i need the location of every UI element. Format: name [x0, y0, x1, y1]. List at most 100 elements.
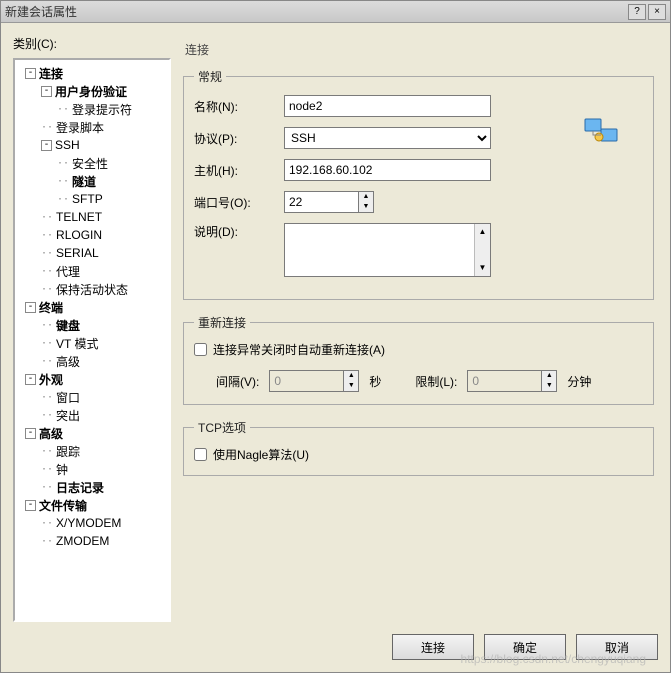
expander-icon[interactable]: - — [25, 500, 36, 511]
tree-connector-icon: ·· — [41, 482, 53, 493]
tree-item[interactable]: ··RLOGIN — [17, 226, 167, 244]
interval-unit: 秒 — [369, 373, 381, 390]
tree-connector-icon: ·· — [41, 230, 53, 241]
tree-connector-icon: ·· — [41, 122, 53, 133]
nagle-checkbox[interactable] — [194, 448, 207, 461]
tree-item-label: 登录提示符 — [72, 101, 132, 118]
tree-item-label: 用户身份验证 — [55, 83, 127, 100]
ok-button[interactable]: 确定 — [484, 634, 566, 660]
tree-item[interactable]: -高级 — [17, 424, 167, 442]
tree-item[interactable]: -SSH — [17, 136, 167, 154]
legend-reconnect: 重新连接 — [194, 314, 250, 331]
expander-icon[interactable]: - — [25, 68, 36, 79]
tree-connector-icon: ·· — [57, 194, 69, 205]
name-label: 名称(N): — [194, 98, 284, 115]
port-spinner[interactable]: ▲▼ — [284, 191, 374, 213]
tree-item[interactable]: ··日志记录 — [17, 478, 167, 496]
tree-item-label: 高级 — [56, 353, 80, 370]
interval-spinner: ▲▼ — [269, 370, 359, 392]
tree-item[interactable]: ··安全性 — [17, 154, 167, 172]
host-input[interactable] — [284, 159, 491, 181]
tree-connector-icon: ·· — [41, 518, 53, 529]
legend-general: 常规 — [194, 68, 226, 85]
tree-connector-icon: ·· — [41, 392, 53, 403]
desc-label: 说明(D): — [194, 223, 284, 240]
tree-item[interactable]: ··VT 模式 — [17, 334, 167, 352]
expander-icon[interactable]: - — [25, 302, 36, 313]
nagle-label: 使用Nagle算法(U) — [213, 446, 309, 463]
tree-connector-icon: ·· — [57, 176, 69, 187]
expander-icon[interactable]: - — [41, 140, 52, 151]
tree-item-label: VT 模式 — [56, 335, 98, 352]
protocol-label: 协议(P): — [194, 130, 284, 147]
limit-unit: 分钟 — [567, 373, 591, 390]
spinner-arrows-icon: ▲▼ — [343, 370, 359, 392]
tree-item[interactable]: ··ZMODEM — [17, 532, 167, 550]
window-title: 新建会话属性 — [5, 3, 626, 20]
desc-textarea[interactable]: ▲▼ — [284, 223, 491, 277]
tree-item-label: 文件传输 — [39, 497, 87, 514]
tree-connector-icon: ·· — [41, 284, 53, 295]
connect-button[interactable]: 连接 — [392, 634, 474, 660]
tree-item-label: TELNET — [56, 210, 102, 224]
limit-spinner: ▲▼ — [467, 370, 557, 392]
right-column: 连接 常规 名称(N): 协议(P): SSH — [177, 35, 660, 622]
expander-icon[interactable]: - — [25, 374, 36, 385]
host-label: 主机(H): — [194, 162, 284, 179]
tree-item[interactable]: ··SERIAL — [17, 244, 167, 262]
tree-connector-icon: ·· — [41, 212, 53, 223]
expander-icon[interactable]: - — [25, 428, 36, 439]
close-button[interactable]: × — [648, 4, 666, 20]
tree-item[interactable]: ··隧道 — [17, 172, 167, 190]
tree-item[interactable]: ··键盘 — [17, 316, 167, 334]
tree-item[interactable]: -文件传输 — [17, 496, 167, 514]
tree-item[interactable]: ··登录提示符 — [17, 100, 167, 118]
tree-connector-icon: ·· — [57, 104, 69, 115]
auto-reconnect-label: 连接异常关闭时自动重新连接(A) — [213, 341, 385, 358]
tree-item-label: ZMODEM — [56, 534, 109, 548]
tree-item[interactable]: -外观 — [17, 370, 167, 388]
connection-icon — [583, 95, 643, 287]
tree-connector-icon: ·· — [41, 446, 53, 457]
desc-scrollbar[interactable]: ▲▼ — [474, 224, 490, 276]
cancel-button[interactable]: 取消 — [576, 634, 658, 660]
tree-item[interactable]: -连接 — [17, 64, 167, 82]
tree-item[interactable]: ··代理 — [17, 262, 167, 280]
tree-item[interactable]: -用户身份验证 — [17, 82, 167, 100]
tree-item[interactable]: ··TELNET — [17, 208, 167, 226]
category-label: 类别(C): — [13, 35, 171, 52]
spinner-arrows-icon: ▲▼ — [541, 370, 557, 392]
tree-connector-icon: ·· — [41, 356, 53, 367]
legend-tcp: TCP选项 — [194, 419, 250, 436]
tree-item[interactable]: -终端 — [17, 298, 167, 316]
group-tcp: TCP选项 使用Nagle算法(U) — [183, 419, 654, 476]
help-button[interactable]: ? — [628, 4, 646, 20]
tree-item[interactable]: ··高级 — [17, 352, 167, 370]
name-input[interactable] — [284, 95, 491, 117]
port-label: 端口号(O): — [194, 194, 284, 211]
auto-reconnect-checkbox[interactable] — [194, 343, 207, 356]
tree-connector-icon: ·· — [41, 266, 53, 277]
left-column: 类别(C): -连接-用户身份验证··登录提示符··登录脚本-SSH··安全性·… — [13, 35, 171, 622]
tree-item[interactable]: ··SFTP — [17, 190, 167, 208]
panel-title: 连接 — [177, 35, 660, 68]
expander-icon[interactable]: - — [41, 86, 52, 97]
tree-item-label: 登录脚本 — [56, 119, 104, 136]
interval-input — [269, 370, 343, 392]
tree-item-label: 突出 — [56, 407, 80, 424]
category-tree[interactable]: -连接-用户身份验证··登录提示符··登录脚本-SSH··安全性··隧道··SF… — [13, 58, 171, 622]
tree-item[interactable]: ··X/YMODEM — [17, 514, 167, 532]
port-input[interactable] — [284, 191, 358, 213]
tree-item[interactable]: ··突出 — [17, 406, 167, 424]
tree-item-label: 窗口 — [56, 389, 80, 406]
protocol-select[interactable]: SSH — [284, 127, 491, 149]
tree-item[interactable]: ··保持活动状态 — [17, 280, 167, 298]
tree-item-label: 安全性 — [72, 155, 108, 172]
spinner-arrows-icon[interactable]: ▲▼ — [358, 191, 374, 213]
tree-item[interactable]: ··跟踪 — [17, 442, 167, 460]
tree-item[interactable]: ··钟 — [17, 460, 167, 478]
tree-item-label: RLOGIN — [56, 228, 102, 242]
tree-item-label: 键盘 — [56, 317, 80, 334]
tree-item[interactable]: ··登录脚本 — [17, 118, 167, 136]
tree-item[interactable]: ··窗口 — [17, 388, 167, 406]
